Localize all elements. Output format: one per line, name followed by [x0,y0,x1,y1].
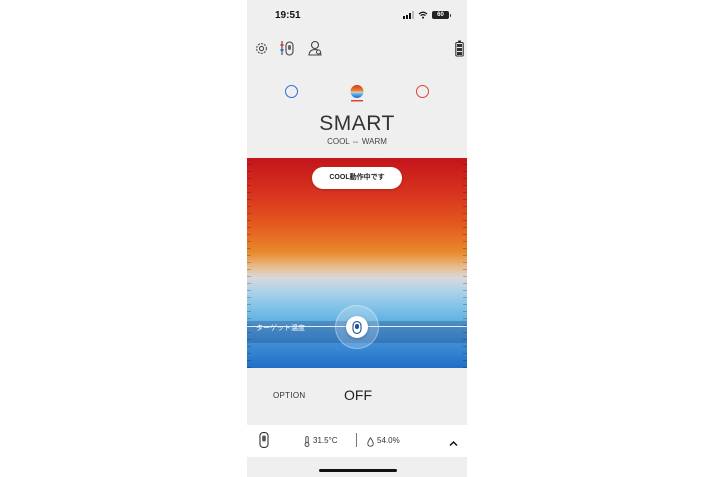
scale-tick [247,290,251,291]
settings-icon[interactable] [251,38,271,58]
scale-tick [247,346,251,347]
scale-tick [247,353,251,354]
thermometer-icon [304,434,310,452]
operation-status-pill: COOL動作中です [312,167,402,189]
status-bar: 19:51 60 [247,0,467,32]
scale-tick [463,353,467,354]
status-icons: 60 [403,11,451,19]
scale-tick [247,199,251,200]
scale-tick [247,262,251,263]
battery-status-icon: 60 [432,11,451,19]
temperature-value: 31.5°C [313,436,338,445]
signal-icon [403,11,414,19]
scale-tick [463,178,467,179]
bottom-bar: 31.5°C 54.0% [247,425,467,457]
scale-tick [463,297,467,298]
user-settings-icon[interactable] [305,38,325,58]
scale-tick [247,248,251,249]
option-value[interactable]: OFF [344,387,372,403]
device-icon[interactable] [259,432,269,453]
status-time: 19:51 [275,10,301,21]
scale-tick [463,255,467,256]
toolbar [247,38,467,60]
scale-tick [247,283,251,284]
scale-tick [463,241,467,242]
smart-mode-icon [350,85,364,102]
device-toggle-icon [352,320,362,334]
scale-tick [463,185,467,186]
option-row[interactable]: OPTION OFF [247,380,467,410]
option-label: OPTION [273,391,306,400]
wifi-icon [418,11,428,19]
scale-tick [463,227,467,228]
chevron-up-icon[interactable] [449,434,458,452]
warm-mode-button[interactable] [416,85,429,98]
scale-tick [247,360,251,361]
mode-title: SMART [319,112,395,135]
scale-tick [247,178,251,179]
scale-tick [463,213,467,214]
scale-tick [247,227,251,228]
scale-tick [463,269,467,270]
scale-tick [247,276,251,277]
scale-tick [463,206,467,207]
scale-tick [247,171,251,172]
scale-tick [247,318,251,319]
device-sliders-icon[interactable] [277,38,297,58]
scale-tick [463,199,467,200]
scale-tick [463,171,467,172]
scale-tick [247,367,251,368]
scale-tick [247,185,251,186]
scale-tick [463,346,467,347]
scale-tick [463,262,467,263]
device-battery-icon[interactable] [449,38,467,58]
scale-tick [463,234,467,235]
humidity-icon [367,434,374,452]
divider [356,433,357,447]
scale-tick [247,297,251,298]
scale-tick [463,311,467,312]
scale-tick [247,311,251,312]
scale-tick [463,192,467,193]
home-indicator[interactable] [319,469,397,472]
scale-tick [247,164,251,165]
scale-tick [247,269,251,270]
cool-mode-button[interactable] [285,85,298,98]
scale-tick [247,255,251,256]
scale-tick [463,360,467,361]
scale-tick [463,367,467,368]
target-slider-handle[interactable] [346,316,368,338]
scale-tick [247,304,251,305]
humidity-value: 54.0% [377,436,400,445]
scale-tick [247,192,251,193]
scale-tick [247,241,251,242]
app-screen: 19:51 60 SMART COOL ⇔ WARM COOL動作中です ターゲ… [247,0,467,477]
scale-tick [463,283,467,284]
smart-mode-button[interactable] [348,84,366,102]
temperature-gradient-panel[interactable]: COOL動作中です ターゲット温度 [247,158,467,368]
scale-tick [463,304,467,305]
scale-tick [463,220,467,221]
scale-tick [463,164,467,165]
target-temperature-label: ターゲット温度 [256,325,305,332]
scale-tick [463,318,467,319]
scale-tick [247,220,251,221]
mode-selector [247,82,467,104]
scale-tick [247,206,251,207]
scale-tick [247,213,251,214]
scale-tick [463,248,467,249]
scale-tick [247,234,251,235]
mode-subtitle: COOL ⇔ WARM [327,137,387,146]
scale-tick [463,290,467,291]
scale-tick [463,276,467,277]
